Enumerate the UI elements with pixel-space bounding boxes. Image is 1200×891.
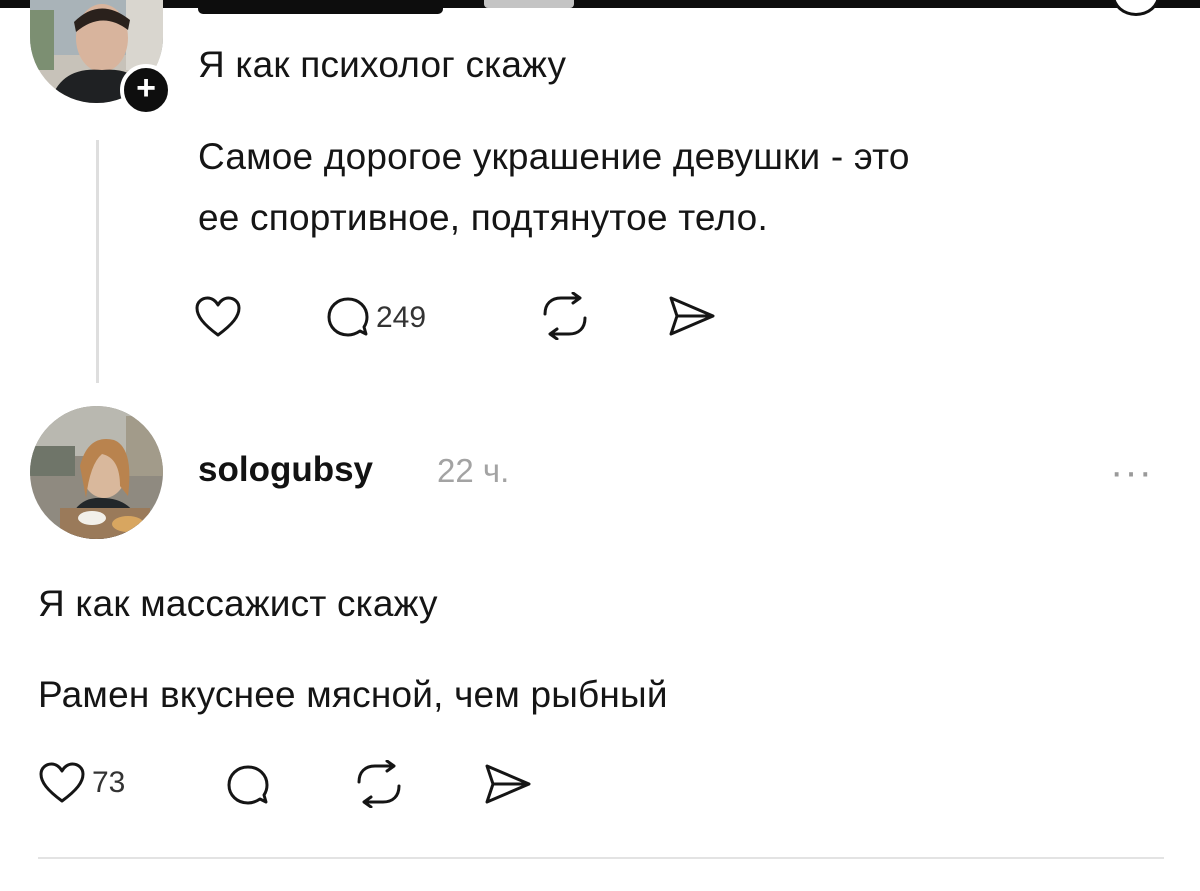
post1-repost-button[interactable] — [539, 292, 591, 340]
heart-icon — [39, 762, 85, 803]
post-divider — [38, 857, 1164, 859]
top-edge-bar — [0, 0, 1200, 8]
post2-share-button[interactable] — [481, 762, 533, 806]
follow-plus-icon[interactable]: + — [120, 64, 172, 116]
cropped-menu-icon — [1112, 0, 1160, 16]
heart-icon — [195, 296, 241, 337]
post2-timestamp: 22 ч. — [437, 452, 510, 489]
post1-body-line2: ее спортивное, подтянутое тело. — [198, 197, 768, 238]
avatar-sologubsy[interactable] — [30, 406, 163, 539]
post2-title: Я как массажист скажу — [38, 583, 438, 624]
speech-bubble-icon — [227, 765, 269, 805]
post2-like-button[interactable]: 73 — [38, 762, 125, 804]
post1-body-line1: Самое дорогое украшение девушки - это — [198, 136, 910, 177]
post1-title: Я как психолог скажу — [198, 44, 567, 85]
post1-share-button[interactable] — [665, 294, 717, 338]
repost-arrows-icon — [543, 292, 587, 340]
post2-body: Рамен вкуснее мясной, чем рыбный — [38, 674, 668, 715]
speech-bubble-icon — [327, 297, 369, 337]
post2-repost-button[interactable] — [353, 760, 405, 808]
post2-like-count: 73 — [92, 766, 126, 799]
repost-arrows-icon — [357, 760, 401, 808]
paper-plane-icon — [669, 296, 715, 336]
post1-comment-count: 249 — [376, 301, 427, 334]
ellipsis-icon[interactable]: ··· — [1110, 450, 1153, 495]
post1-like-button[interactable] — [194, 296, 242, 338]
paper-plane-icon — [485, 764, 531, 804]
cropped-username — [198, 0, 443, 14]
username-sologubsy[interactable]: sologubsy — [198, 450, 373, 490]
post1-comment-button[interactable]: 249 — [326, 296, 426, 340]
cropped-timestamp — [484, 0, 574, 8]
post2-comment-button[interactable] — [226, 764, 270, 808]
thread-line — [96, 140, 99, 383]
